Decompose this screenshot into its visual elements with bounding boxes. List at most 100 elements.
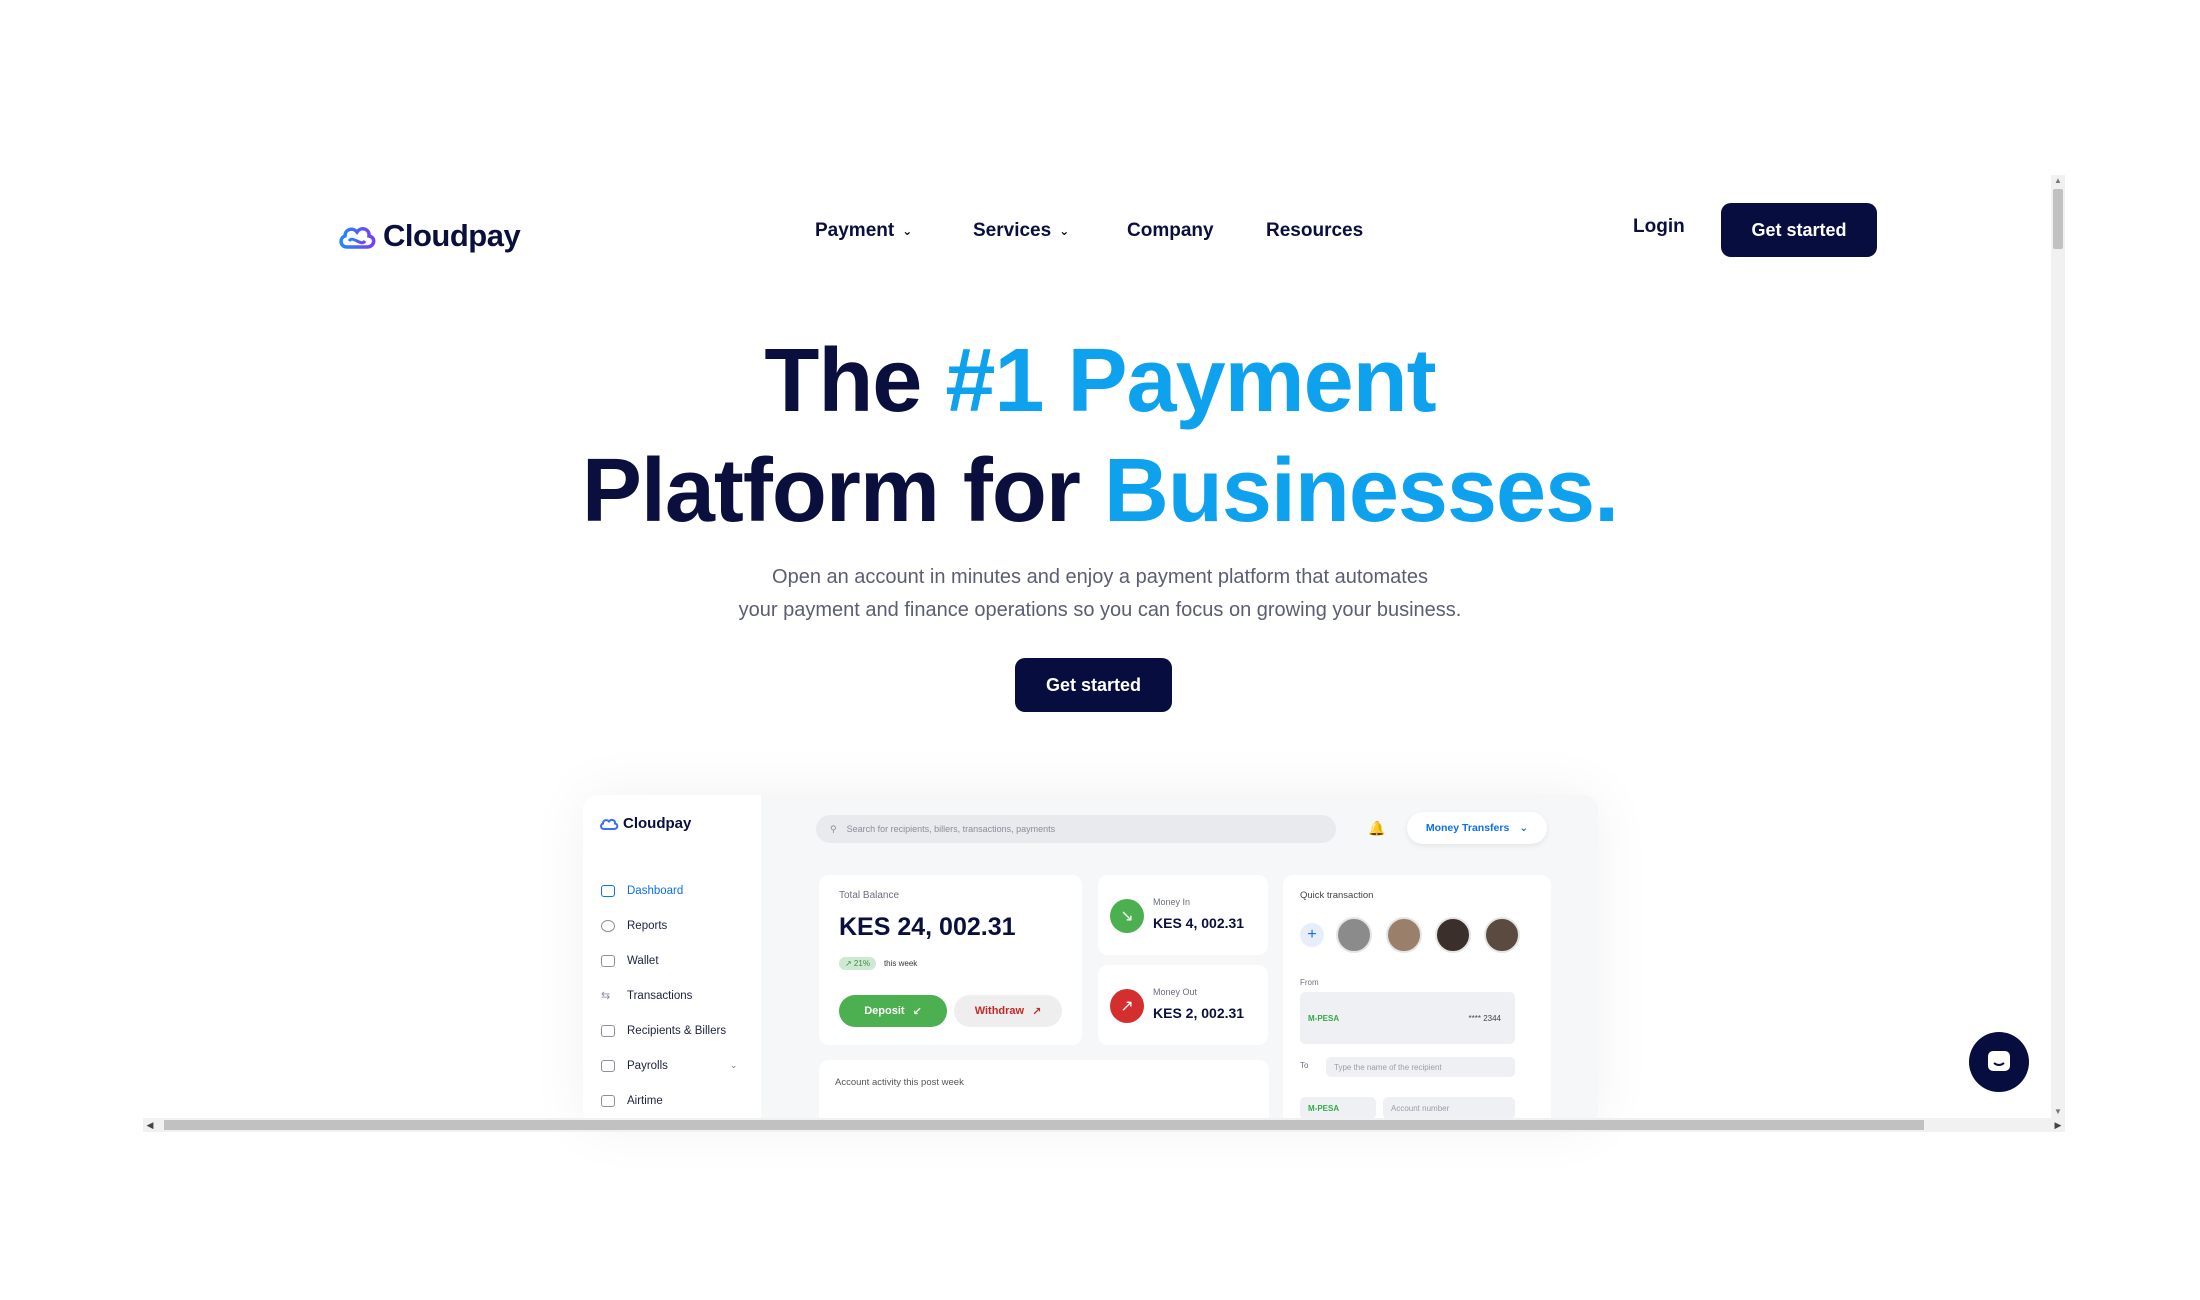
- hero-title-1a: The: [764, 331, 922, 431]
- money-transfers-select[interactable]: Money Transfers ⌄: [1407, 812, 1547, 844]
- to-label: To: [1300, 1061, 1309, 1070]
- search-icon: ⚲: [830, 823, 837, 834]
- nav-services-label: Services: [973, 220, 1052, 241]
- chat-icon: [1988, 1051, 2010, 1071]
- money-out-label: Money Out: [1153, 987, 1198, 997]
- sidebar-item-label: Wallet: [627, 955, 659, 967]
- account-number-input[interactable]: Account number: [1383, 1097, 1515, 1119]
- avatar[interactable]: [1336, 917, 1372, 953]
- avatar[interactable]: [1386, 917, 1422, 953]
- chevron-down-icon: ⌄: [730, 1060, 738, 1070]
- bell-icon[interactable]: 🔔: [1368, 820, 1385, 837]
- phone-icon: [601, 1095, 615, 1107]
- payroll-icon: [601, 1060, 615, 1072]
- vertical-scrollbar[interactable]: ▲ ▼: [2051, 175, 2065, 1118]
- nav-payment-label: Payment: [815, 220, 895, 241]
- horizontal-scrollbar[interactable]: ◀ ▶: [143, 1118, 2065, 1132]
- nav-company-label: Company: [1127, 220, 1214, 241]
- recipient-input[interactable]: Type the name of the recipient: [1326, 1057, 1515, 1077]
- sidebar-item-label: Recipients & Billers: [627, 1025, 727, 1037]
- chevron-down-icon: ⌄: [1519, 822, 1529, 834]
- total-balance-card: Total Balance KES 24, 002.31 ↗ 21% this …: [819, 875, 1082, 1045]
- money-in-card: ↘ Money In KES 4, 002.31: [1098, 875, 1268, 955]
- nav-services[interactable]: Services ⌄: [973, 220, 1069, 242]
- sidebar-item-payrolls[interactable]: Payrolls: [601, 1060, 668, 1072]
- avatar[interactable]: [1435, 917, 1471, 953]
- card-icon: [601, 1025, 615, 1037]
- arrow-down-left-icon: ↙: [912, 1005, 922, 1018]
- withdraw-button[interactable]: Withdraw ↗: [954, 995, 1062, 1027]
- sidebar-item-label: Payrolls: [627, 1060, 668, 1072]
- vertical-scroll-thumb[interactable]: [2053, 189, 2063, 249]
- deposit-label: Deposit: [864, 1005, 905, 1017]
- deposit-button[interactable]: Deposit ↙: [839, 995, 947, 1027]
- add-contact-icon[interactable]: +: [1300, 923, 1324, 947]
- hero-title-2a: Platform for: [581, 441, 1081, 541]
- sidebar-item-dashboard[interactable]: Dashboard: [601, 885, 683, 897]
- scroll-down-icon[interactable]: ▼: [2051, 1106, 2065, 1118]
- dashboard-search-input[interactable]: ⚲ Search for recipients, billers, transa…: [816, 815, 1336, 843]
- from-account-select[interactable]: M-PESA **** 2344: [1300, 992, 1515, 1044]
- hero-get-started-button[interactable]: Get started: [1015, 658, 1172, 712]
- total-balance-label: Total Balance: [839, 890, 900, 901]
- dashboard-logo-text: Cloudpay: [623, 815, 692, 832]
- hero-subtitle-2: your payment and finance operations so y…: [738, 599, 1462, 621]
- logo-text: Cloudpay: [383, 218, 521, 253]
- growth-row: ↗ 21% this week: [839, 957, 917, 970]
- chevron-down-icon: ⌄: [902, 224, 913, 238]
- cloudpay-logo[interactable]: Cloudpay: [337, 218, 521, 254]
- dashboard-sidebar: Cloudpay Dashboard Reports Wallet ⇆ Tran…: [583, 795, 761, 1125]
- withdraw-label: Withdraw: [974, 1005, 1025, 1017]
- pie-chart-icon: [601, 920, 615, 932]
- chevron-down-icon: ⌄: [1059, 224, 1070, 238]
- arrow-up-right-icon: ↗: [1032, 1005, 1042, 1018]
- total-balance-value: KES 24, 002.31: [839, 913, 1016, 941]
- growth-badge: ↗ 21%: [839, 957, 876, 970]
- horizontal-scroll-thumb[interactable]: [164, 1120, 1924, 1130]
- sidebar-item-wallet[interactable]: Wallet: [601, 955, 659, 967]
- scroll-left-icon[interactable]: ◀: [143, 1118, 157, 1132]
- transfer-arrows-icon: ⇆: [601, 990, 611, 1002]
- hero-title-line-1: The #1 Payment: [0, 330, 2200, 433]
- mpesa-logo: M-PESA: [1308, 1013, 1340, 1023]
- activity-title: Account activity this post week: [835, 1077, 964, 1088]
- from-label: From: [1300, 978, 1319, 987]
- money-out-value: KES 2, 002.31: [1153, 1005, 1245, 1021]
- header-get-started-button[interactable]: Get started: [1721, 203, 1877, 257]
- growth-period: this week: [883, 959, 918, 968]
- search-placeholder: Search for recipients, billers, transact…: [846, 824, 1056, 834]
- chat-launcher-button[interactable]: [1969, 1032, 2029, 1092]
- quick-transaction-card: Quick transaction + From M-PESA **** 234…: [1283, 875, 1551, 1125]
- nav-resources[interactable]: Resources: [1266, 220, 1363, 242]
- nav-payment[interactable]: Payment ⌄: [815, 220, 912, 242]
- hero-title-2b: Businesses.: [1103, 441, 1619, 541]
- sidebar-item-reports[interactable]: Reports: [601, 920, 667, 932]
- sidebar-item-label: Reports: [627, 920, 668, 932]
- scroll-right-icon[interactable]: ▶: [2051, 1118, 2065, 1132]
- to-provider-select[interactable]: M-PESA: [1300, 1097, 1376, 1119]
- sidebar-item-label: Airtime: [627, 1095, 663, 1107]
- from-account-number: **** 2344: [1468, 1013, 1501, 1023]
- avatar[interactable]: [1484, 917, 1520, 953]
- sidebar-item-airtime[interactable]: Airtime: [601, 1095, 663, 1107]
- sidebar-item-transactions[interactable]: ⇆ Transactions: [601, 990, 692, 1002]
- hero-title-line-2: Platform for Businesses.: [0, 440, 2200, 543]
- quick-transaction-title: Quick transaction: [1300, 890, 1374, 901]
- money-transfers-label: Money Transfers: [1425, 822, 1510, 834]
- cloud-logo-icon: [600, 818, 619, 830]
- money-out-card: ↗ Money Out KES 2, 002.31: [1098, 965, 1268, 1045]
- sidebar-item-recipients[interactable]: Recipients & Billers: [601, 1025, 726, 1037]
- money-in-value: KES 4, 002.31: [1153, 915, 1245, 931]
- nav-company[interactable]: Company: [1127, 220, 1214, 242]
- grid-icon: [601, 885, 615, 897]
- sidebar-item-label: Transactions: [627, 990, 693, 1002]
- login-link[interactable]: Login: [1633, 216, 1685, 238]
- cloud-logo-icon: [339, 227, 376, 249]
- dashboard-logo: Cloudpay: [599, 815, 691, 832]
- sidebar-item-label: Dashboard: [627, 885, 684, 897]
- scroll-up-icon[interactable]: ▲: [2051, 175, 2065, 187]
- nav-resources-label: Resources: [1266, 220, 1364, 241]
- dashboard-preview: Cloudpay Dashboard Reports Wallet ⇆ Tran…: [583, 795, 1598, 1125]
- account-activity-card: Account activity this post week: [819, 1060, 1269, 1125]
- hero-title-1b: #1 Payment: [945, 331, 1436, 431]
